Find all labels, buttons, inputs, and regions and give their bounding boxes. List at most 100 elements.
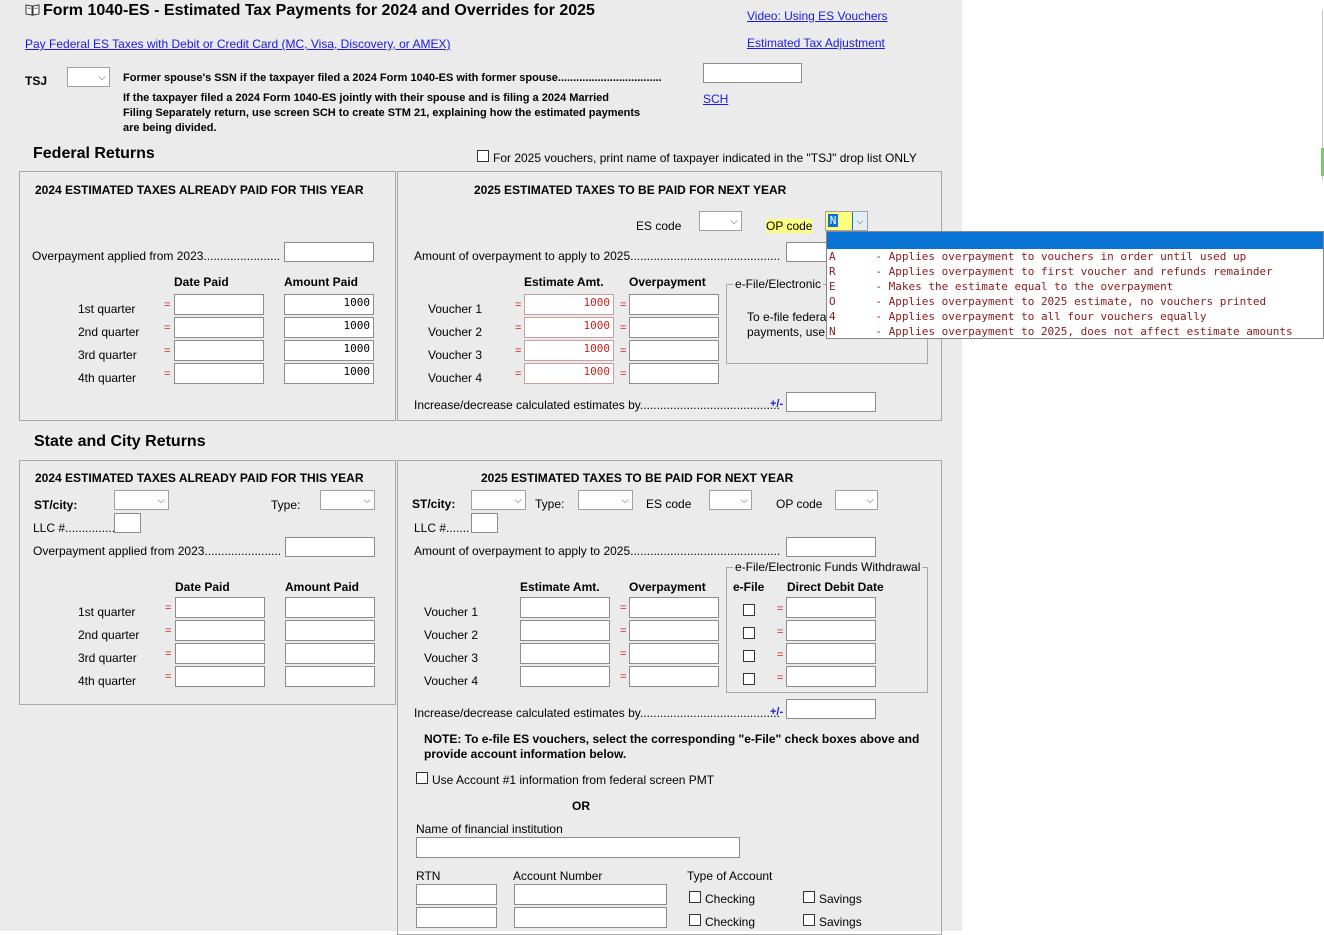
account-number-field[interactable] bbox=[514, 907, 667, 928]
estimated-tax-adjustment-link[interactable]: Estimated Tax Adjustment bbox=[747, 36, 885, 50]
equals-icon: = bbox=[515, 345, 522, 357]
equals-icon: = bbox=[620, 602, 627, 614]
federal-estimate-header: Estimate Amt. bbox=[524, 275, 604, 289]
state-amount-paid-field[interactable] bbox=[285, 597, 375, 618]
state-increase-field[interactable] bbox=[786, 699, 876, 719]
op-code-option-4[interactable]: 4 - Applies overpayment to all four vouc… bbox=[827, 309, 1323, 324]
state-next-overpay-apply-field[interactable] bbox=[786, 537, 876, 557]
federal-increase-label: Increase/decrease calculated estimates b… bbox=[414, 398, 780, 412]
state-efile-checkbox[interactable] bbox=[743, 650, 755, 662]
federal-voucher-overpayment-field[interactable] bbox=[629, 294, 719, 315]
state-st-city-label: ST/city: bbox=[34, 498, 78, 512]
federal-op-code-select[interactable]: N ⌵ bbox=[825, 211, 868, 231]
op-code-option-n[interactable]: N - Applies overpayment to 2025, does no… bbox=[827, 324, 1323, 339]
federal-es-code-select[interactable]: ⌵ bbox=[699, 211, 742, 231]
federal-voucher-overpayment-field[interactable] bbox=[629, 317, 719, 338]
state-llc-field[interactable] bbox=[114, 513, 141, 533]
federal-increase-field[interactable] bbox=[786, 392, 876, 412]
state-voucher-overpayment-field[interactable] bbox=[629, 643, 719, 664]
op-code-option-o[interactable]: O - Applies overpayment to 2025 estimate… bbox=[827, 294, 1323, 309]
federal-overpayment-field[interactable] bbox=[284, 242, 374, 262]
state-efile-checkbox[interactable] bbox=[743, 604, 755, 616]
savings-checkbox[interactable] bbox=[803, 914, 815, 926]
state-next-op-code-select[interactable]: ⌵ bbox=[835, 490, 878, 510]
state-debit-date-field[interactable] bbox=[786, 643, 876, 664]
federal-estimate-field[interactable]: 1000 bbox=[524, 363, 614, 384]
pay-card-link[interactable]: Pay Federal ES Taxes with Debit or Credi… bbox=[25, 37, 450, 51]
state-amount-paid-field[interactable] bbox=[285, 643, 375, 664]
state-next-es-code-select[interactable]: ⌵ bbox=[709, 490, 752, 510]
state-amount-paid-field[interactable] bbox=[285, 666, 375, 687]
bank-name-field[interactable] bbox=[416, 837, 740, 858]
federal-voucher-label: Voucher 1 bbox=[428, 302, 483, 316]
state-date-paid-field[interactable] bbox=[175, 620, 265, 641]
equals-icon: = bbox=[515, 368, 522, 380]
op-code-option-e[interactable]: E - Makes the estimate equal to the over… bbox=[827, 279, 1323, 294]
federal-amount-paid-field[interactable]: 1000 bbox=[284, 294, 374, 315]
state-efile-checkbox[interactable] bbox=[743, 673, 755, 685]
equals-icon: = bbox=[165, 648, 172, 660]
federal-returns-heading: Federal Returns bbox=[33, 145, 155, 162]
state-type-select[interactable]: ⌵ bbox=[320, 490, 375, 510]
federal-amount-paid-field[interactable]: 1000 bbox=[284, 317, 374, 338]
state-date-paid-field[interactable] bbox=[175, 597, 265, 618]
state-date-paid-field[interactable] bbox=[175, 666, 265, 687]
federal-overpay-apply-field[interactable] bbox=[786, 242, 828, 262]
state-next-st-city-select[interactable]: ⌵ bbox=[471, 490, 526, 510]
federal-paid-title: 2024 ESTIMATED TAXES ALREADY PAID FOR TH… bbox=[35, 183, 364, 197]
state-date-paid-field[interactable] bbox=[175, 643, 265, 664]
federal-voucher-label: Voucher 3 bbox=[428, 348, 483, 362]
federal-date-paid-field[interactable] bbox=[174, 317, 264, 338]
rtn-field[interactable] bbox=[416, 884, 497, 905]
state-debit-date-field[interactable] bbox=[786, 666, 876, 687]
chevron-down-icon: ⌵ bbox=[157, 494, 165, 505]
state-amount-paid-field[interactable] bbox=[285, 620, 375, 641]
account-number-field[interactable] bbox=[514, 884, 667, 905]
mfs-note-line1: If the taxpayer filed a 2024 Form 1040-E… bbox=[123, 92, 609, 104]
federal-estimate-field[interactable]: 1000 bbox=[524, 340, 614, 361]
federal-date-paid-field[interactable] bbox=[174, 340, 264, 361]
state-estimate-field[interactable] bbox=[520, 597, 610, 618]
state-returns-heading: State and City Returns bbox=[34, 433, 206, 450]
state-st-city-select[interactable]: ⌵ bbox=[114, 490, 169, 510]
state-debit-date-field[interactable] bbox=[786, 597, 876, 618]
federal-voucher-overpayment-field[interactable] bbox=[629, 363, 719, 384]
plus-minus-icon: +/- bbox=[770, 398, 784, 410]
checking-checkbox[interactable] bbox=[689, 914, 701, 926]
federal-amount-paid-field[interactable]: 1000 bbox=[284, 340, 374, 361]
federal-voucher-overpayment-field[interactable] bbox=[629, 340, 719, 361]
state-next-llc-field[interactable] bbox=[471, 513, 498, 533]
state-next-type-label: Type: bbox=[535, 497, 565, 511]
state-voucher-overpayment-field[interactable] bbox=[629, 597, 719, 618]
tsj-select[interactable]: ⌵ bbox=[67, 67, 110, 87]
page-title: Form 1040-ES - Estimated Tax Payments fo… bbox=[43, 2, 595, 19]
federal-estimate-field[interactable]: 1000 bbox=[524, 294, 614, 315]
federal-next-title: 2025 ESTIMATED TAXES TO BE PAID FOR NEXT… bbox=[474, 183, 787, 197]
state-estimate-field[interactable] bbox=[520, 620, 610, 641]
sch-link[interactable]: SCH bbox=[703, 92, 728, 106]
state-next-type-select[interactable]: ⌵ bbox=[578, 490, 633, 510]
federal-date-paid-field[interactable] bbox=[174, 294, 264, 315]
state-debit-date-field[interactable] bbox=[786, 620, 876, 641]
savings-checkbox[interactable] bbox=[803, 891, 815, 903]
state-efile-checkbox[interactable] bbox=[743, 627, 755, 639]
state-voucher-label: Voucher 1 bbox=[424, 605, 479, 619]
checking-checkbox[interactable] bbox=[689, 891, 701, 903]
former-spouse-ssn-field[interactable] bbox=[703, 63, 802, 83]
op-code-option-r[interactable]: R - Applies overpayment to first voucher… bbox=[827, 264, 1323, 279]
federal-estimate-field[interactable]: 1000 bbox=[524, 317, 614, 338]
print-name-checkbox[interactable] bbox=[477, 150, 489, 162]
federal-date-paid-field[interactable] bbox=[174, 363, 264, 384]
state-voucher-overpayment-field[interactable] bbox=[629, 666, 719, 687]
use-account-checkbox[interactable] bbox=[416, 772, 428, 784]
federal-amount-paid-field[interactable]: 1000 bbox=[284, 363, 374, 384]
video-es-vouchers-link[interactable]: Video: Using ES Vouchers bbox=[747, 9, 888, 23]
rtn-field[interactable] bbox=[416, 907, 497, 928]
state-voucher-overpayment-field[interactable] bbox=[629, 620, 719, 641]
tsj-label: TSJ bbox=[25, 74, 48, 88]
state-estimate-field[interactable] bbox=[520, 643, 610, 664]
mfs-note-line2: Filing Separately return, use screen SCH… bbox=[123, 107, 641, 119]
state-overpayment-field[interactable] bbox=[285, 537, 375, 557]
op-code-option-a[interactable]: A - Applies overpayment to vouchers in o… bbox=[827, 249, 1323, 264]
state-estimate-field[interactable] bbox=[520, 666, 610, 687]
